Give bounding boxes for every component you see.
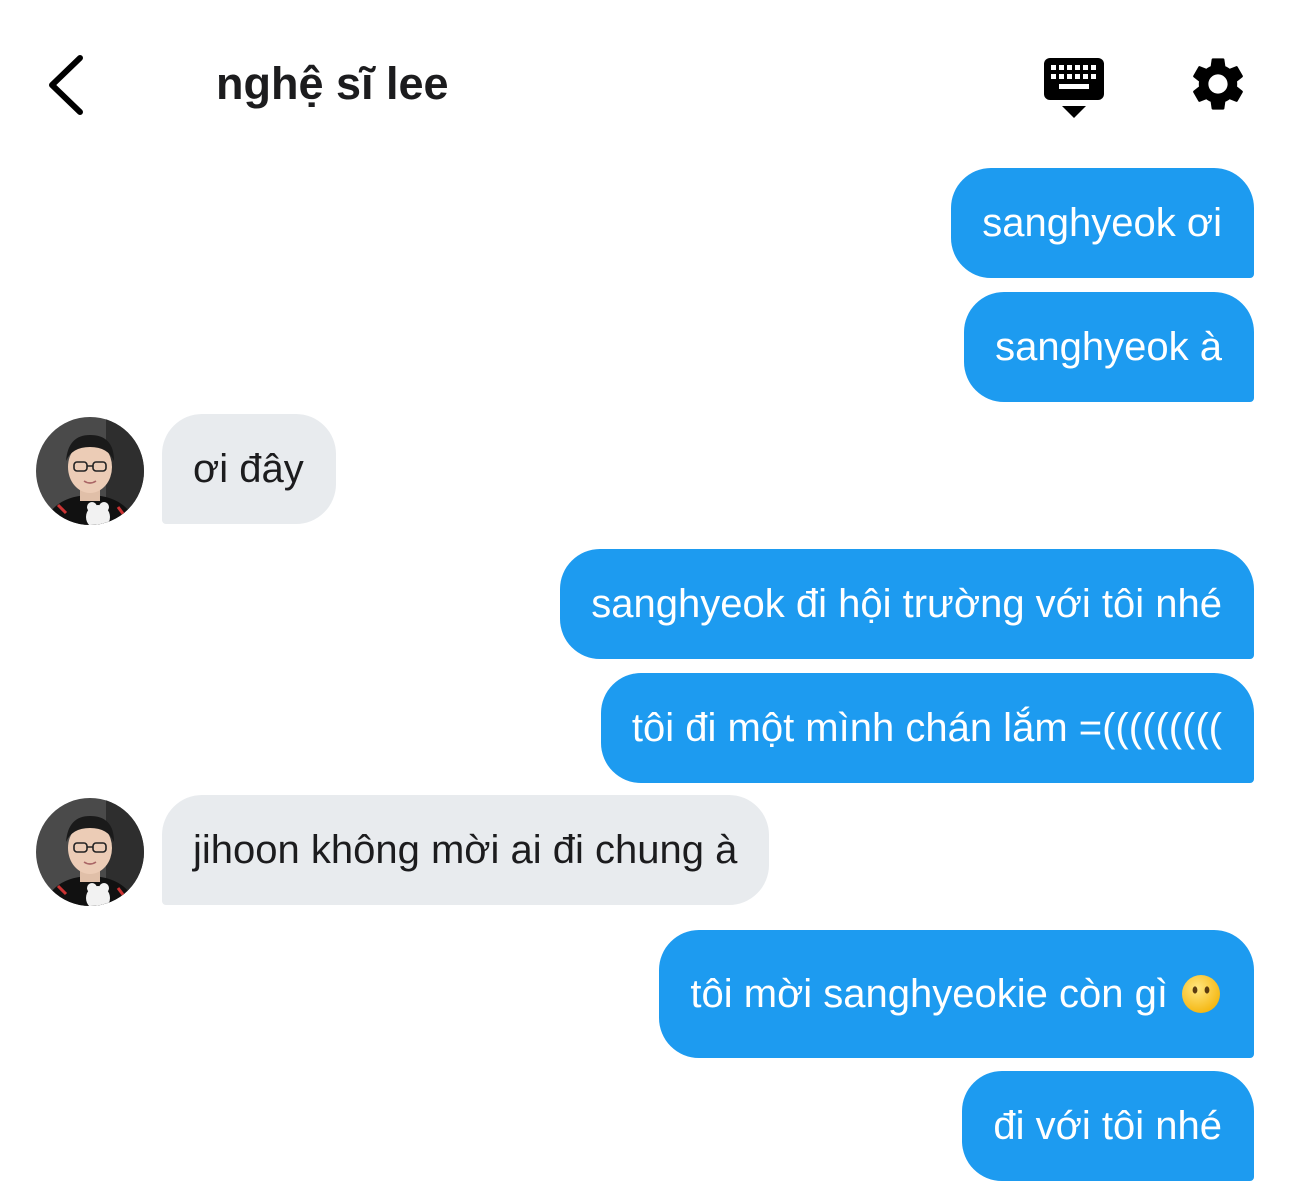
keyboard-icon <box>1044 58 1104 118</box>
person-avatar-image <box>36 417 144 525</box>
message-text: sanghyeok à <box>995 325 1222 369</box>
person-avatar-image <box>36 798 144 906</box>
sent-message-bubble[interactable]: sanghyeok à <box>964 292 1254 402</box>
received-message-bubble[interactable]: jihoon không mời ai đi chung à <box>162 795 770 905</box>
sent-message-bubble[interactable]: tôi đi một mình chán lắm =((((((((( <box>600 673 1254 783</box>
gear-icon <box>1193 58 1243 110</box>
back-button[interactable] <box>38 50 98 120</box>
keyboard-button[interactable] <box>1040 54 1108 120</box>
message-text: tôi mời sanghyeokie còn gì <box>690 972 1168 1016</box>
sent-message-bubble[interactable]: tôi mời sanghyeokie còn gì <box>659 930 1254 1058</box>
message-text: jihoon không mời ai đi chung à <box>193 828 738 872</box>
message-text: sanghyeok ơi <box>982 201 1222 245</box>
message-text: đi với tôi nhé <box>993 1104 1222 1148</box>
conversation-title: nghệ sĩ lee <box>216 58 449 109</box>
message-text: ơi đây <box>193 447 304 491</box>
contact-avatar[interactable] <box>36 798 144 906</box>
message-text: sanghyeok đi hội trường với tôi nhé <box>591 582 1222 626</box>
chat-header: nghệ sĩ lee <box>0 0 1290 150</box>
chevron-left-icon <box>49 55 83 115</box>
sent-message-bubble[interactable]: đi với tôi nhé <box>962 1071 1254 1181</box>
settings-button[interactable] <box>1186 52 1250 116</box>
message-text: tôi đi một mình chán lắm =((((((((( <box>631 706 1222 750</box>
contact-avatar[interactable] <box>36 417 144 525</box>
sent-message-bubble[interactable]: sanghyeok ơi <box>951 168 1254 278</box>
no-mouth-face-emoji-icon <box>1182 975 1220 1013</box>
received-message-bubble[interactable]: ơi đây <box>162 414 336 524</box>
sent-message-bubble[interactable]: sanghyeok đi hội trường với tôi nhé <box>560 549 1254 659</box>
